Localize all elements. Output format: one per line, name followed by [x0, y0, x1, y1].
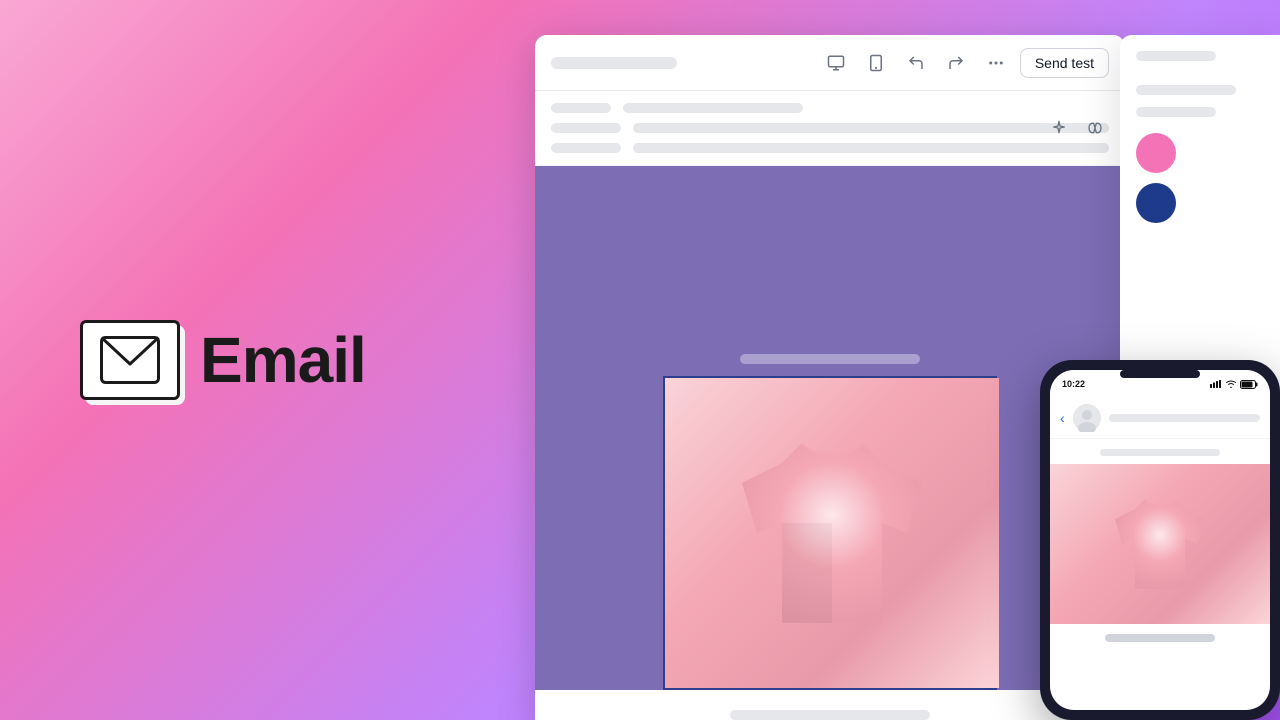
phone-sender-name-skeleton — [1109, 414, 1260, 422]
editor-header-rows — [535, 91, 1125, 166]
email-purple-header — [535, 166, 1125, 376]
email-content-area — [535, 166, 1125, 720]
variable-button[interactable] — [1081, 114, 1109, 142]
product-title-skeleton — [730, 710, 930, 720]
signal-icon — [1210, 380, 1222, 388]
color-swatch-pink[interactable] — [1136, 133, 1176, 173]
toolbar-title-skeleton — [551, 57, 677, 69]
desktop-icon — [827, 54, 845, 72]
color-swatch-navy[interactable] — [1136, 183, 1176, 223]
product-image — [665, 378, 999, 688]
phone-screen: 10:22 — [1050, 370, 1270, 710]
branding-label: Email — [200, 323, 366, 397]
phone-status-icons — [1210, 380, 1258, 389]
editor-toolbar: Send test — [535, 35, 1125, 91]
row-action-icons — [1045, 114, 1109, 142]
phone-shirt-svg — [1095, 479, 1225, 609]
color-swatches-group — [1136, 133, 1264, 223]
email-image-block-wrapper — [535, 376, 1125, 690]
phone-sender-avatar — [1073, 404, 1101, 432]
row-label-skeleton — [551, 143, 621, 153]
editor-row-1 — [551, 103, 1109, 113]
variable-icon — [1087, 120, 1103, 136]
email-image-block[interactable] — [663, 376, 997, 690]
more-dots-icon — [987, 54, 1005, 72]
mobile-view-button[interactable] — [860, 47, 892, 79]
property-row-2 — [1136, 107, 1216, 117]
editor-panel: Send test — [535, 35, 1125, 720]
row-value-skeleton — [633, 123, 1109, 133]
editor-row-2 — [551, 123, 1109, 133]
envelope-svg — [100, 336, 160, 384]
sparkle-icon — [1051, 120, 1067, 136]
branding-section: Email — [80, 320, 366, 400]
undo-button[interactable] — [900, 47, 932, 79]
row-value-skeleton — [633, 143, 1109, 153]
editor-row-3 — [551, 143, 1109, 153]
property-row-1 — [1136, 85, 1236, 95]
email-logo-icon — [80, 320, 180, 400]
undo-icon — [907, 54, 925, 72]
phone-back-button[interactable]: ‹ — [1060, 410, 1065, 426]
mobile-preview: 10:22 — [1040, 360, 1280, 720]
phone-subject-skeleton — [1100, 449, 1220, 456]
phone-cta-skeleton — [1105, 634, 1215, 642]
shirt-svg — [702, 403, 962, 663]
email-header-text-skeleton — [740, 354, 920, 364]
mobile-icon — [867, 54, 885, 72]
phone-product-image — [1050, 464, 1270, 624]
email-icon-face — [80, 320, 180, 400]
redo-button[interactable] — [940, 47, 972, 79]
phone-frame: 10:22 — [1040, 360, 1280, 720]
row-label-skeleton — [551, 103, 611, 113]
phone-email-body — [1050, 439, 1270, 710]
redo-icon — [947, 54, 965, 72]
more-options-button[interactable] — [980, 47, 1012, 79]
avatar-svg — [1073, 404, 1101, 432]
wifi-icon — [1225, 380, 1237, 388]
properties-title-skeleton — [1136, 51, 1216, 61]
phone-notch — [1120, 370, 1200, 378]
row-label-skeleton — [551, 123, 621, 133]
phone-time: 10:22 — [1062, 379, 1085, 389]
phone-email-nav: ‹ — [1050, 398, 1270, 439]
row-value-skeleton — [623, 103, 803, 113]
email-below-image-content — [535, 690, 1125, 720]
send-test-button[interactable]: Send test — [1020, 48, 1109, 78]
battery-icon — [1240, 380, 1258, 389]
sparkle-button[interactable] — [1045, 114, 1073, 142]
desktop-view-button[interactable] — [820, 47, 852, 79]
